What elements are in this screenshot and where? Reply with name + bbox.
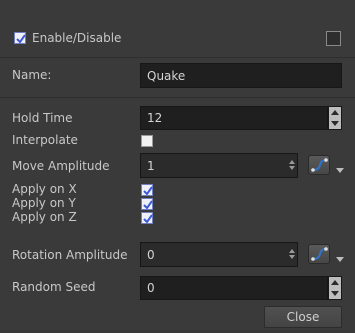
apply-on-z-label: Apply on Z: [12, 210, 77, 224]
random-seed-stepper[interactable]: [328, 276, 342, 300]
apply-on-y-checkbox[interactable]: [141, 198, 153, 210]
function-curve-icon: [311, 158, 328, 172]
hold-time-label: Hold Time: [12, 111, 73, 125]
rotation-amplitude-label: Rotation Amplitude: [12, 248, 128, 262]
random-seed-field[interactable]: 0: [140, 276, 328, 300]
move-amplitude-dropdown-chevron-down-icon[interactable]: [336, 162, 344, 176]
interpolate-checkbox[interactable]: [141, 135, 153, 147]
rotation-amplitude-spin-icon[interactable]: [288, 247, 296, 261]
name-label: Name:: [12, 68, 52, 82]
color-swatch-checkbox[interactable]: [326, 31, 341, 46]
apply-on-y-label: Apply on Y: [12, 196, 76, 210]
move-amplitude-label: Move Amplitude: [12, 159, 110, 173]
enable-checkbox[interactable]: [14, 32, 26, 44]
divider: [0, 57, 355, 58]
stepper-down-icon[interactable]: [329, 288, 341, 299]
rotation-amplitude-dropdown-chevron-down-icon[interactable]: [336, 251, 344, 265]
rotation-amplitude-function-button[interactable]: [308, 244, 330, 264]
hold-time-stepper[interactable]: [328, 106, 342, 130]
divider: [0, 97, 355, 98]
random-seed-label: Random Seed: [12, 280, 96, 294]
move-amplitude-function-button[interactable]: [308, 155, 330, 175]
enable-label: Enable/Disable: [32, 31, 122, 45]
move-amplitude-field[interactable]: 1: [140, 153, 298, 178]
close-button[interactable]: Close: [264, 306, 342, 328]
hold-time-field[interactable]: 12: [140, 106, 328, 130]
apply-on-x-checkbox[interactable]: [141, 184, 153, 196]
rotation-amplitude-field[interactable]: 0: [140, 242, 298, 267]
stepper-down-icon[interactable]: [329, 118, 341, 129]
apply-on-z-checkbox[interactable]: [141, 212, 153, 224]
interpolate-label: Interpolate: [12, 133, 78, 147]
apply-on-x-label: Apply on X: [12, 182, 77, 196]
move-amplitude-spin-icon[interactable]: [288, 158, 296, 172]
function-curve-icon: [311, 247, 328, 261]
name-field[interactable]: Quake: [140, 63, 342, 88]
